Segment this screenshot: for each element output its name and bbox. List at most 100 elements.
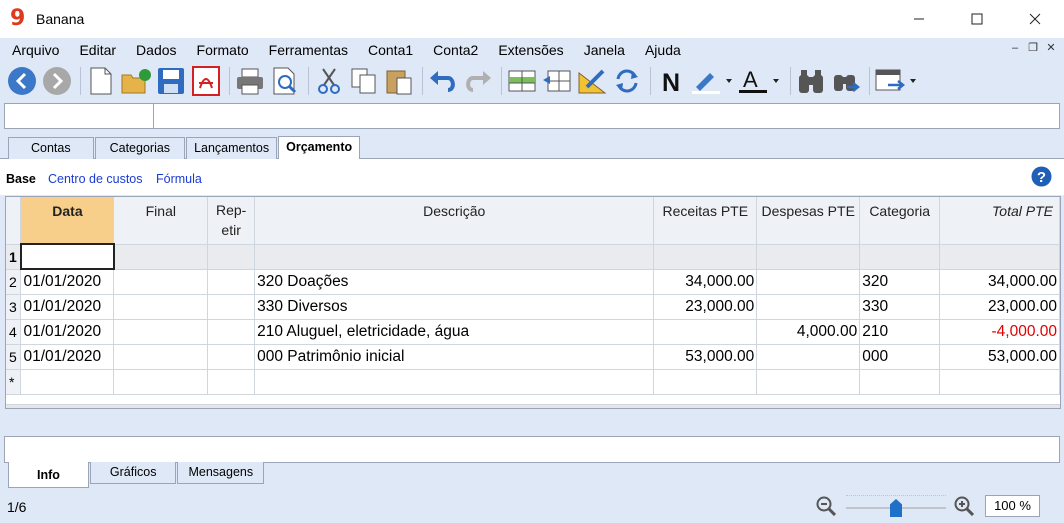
table-row[interactable]: 1: [6, 243, 1060, 270]
cell-descricao[interactable]: [254, 369, 655, 395]
cell-total[interactable]: 53,000.00: [939, 344, 1060, 370]
open-button[interactable]: [120, 65, 152, 97]
mdi-minimize-icon[interactable]: –: [1008, 40, 1022, 56]
delete-rows-button[interactable]: [541, 65, 573, 97]
menu-ferramentas[interactable]: Ferramentas: [259, 38, 358, 62]
menu-editar[interactable]: Editar: [69, 38, 126, 62]
mdi-close-icon[interactable]: ✕: [1044, 40, 1058, 56]
menu-conta2[interactable]: Conta2: [423, 38, 488, 62]
scrollbar-thumb[interactable]: [23, 408, 1039, 409]
text-color-button[interactable]: A: [737, 65, 783, 97]
cell-final[interactable]: [113, 369, 209, 395]
cell-receitas[interactable]: [653, 369, 758, 395]
table-row[interactable]: 3 01/01/2020 330 Diversos 23,000.00 330 …: [6, 294, 1060, 320]
view-formula[interactable]: Fórmula: [156, 172, 202, 186]
column-header-receitas[interactable]: Receitas PTE: [653, 197, 758, 245]
cell-despesas[interactable]: [756, 269, 861, 295]
cell-receitas[interactable]: 34,000.00: [653, 269, 758, 295]
cell-categoria[interactable]: 320: [859, 269, 941, 295]
print-button[interactable]: [234, 65, 266, 97]
view-base[interactable]: Base: [6, 172, 36, 186]
cell-despesas[interactable]: [756, 244, 861, 270]
tab-categorias[interactable]: Categorias: [94, 137, 186, 159]
cell-categoria[interactable]: 210: [859, 319, 941, 345]
cell-descricao[interactable]: 000 Patrimônio inicial: [254, 344, 655, 370]
cell-final[interactable]: [113, 319, 209, 345]
cell-data[interactable]: [19, 243, 115, 270]
cell-receitas[interactable]: [653, 244, 758, 270]
view-centro-de-custos[interactable]: Centro de custos: [48, 172, 143, 186]
column-header-final[interactable]: Final: [113, 197, 209, 245]
cell-repetir[interactable]: [207, 319, 256, 345]
pdf-button[interactable]: [190, 65, 222, 97]
table-row[interactable]: *: [6, 369, 1060, 395]
cell-repetir[interactable]: [207, 369, 256, 395]
horizontal-scrollbar[interactable]: < >: [6, 404, 1060, 409]
copy-button[interactable]: [348, 65, 380, 97]
cell-content-field[interactable]: [154, 104, 1059, 128]
table-row[interactable]: 5 01/01/2020 000 Patrimônio inicial 53,0…: [6, 344, 1060, 370]
paste-button[interactable]: [383, 65, 415, 97]
back-button[interactable]: [6, 65, 38, 97]
cell-total[interactable]: [939, 369, 1060, 395]
cell-final[interactable]: [113, 344, 209, 370]
cell-despesas[interactable]: [756, 369, 861, 395]
menu-extensoes[interactable]: Extensões: [488, 38, 573, 62]
column-header-repetir[interactable]: Rep- etir: [207, 197, 256, 245]
cell-repetir[interactable]: [207, 269, 256, 295]
menu-formato[interactable]: Formato: [187, 38, 259, 62]
new-file-button[interactable]: [85, 65, 117, 97]
cell-data[interactable]: 01/01/2020: [20, 319, 115, 345]
cell-despesas[interactable]: 4,000.00: [756, 319, 861, 345]
cell-descricao[interactable]: 210 Aluguel, eletricidade, água: [254, 319, 655, 345]
cell-reference-field[interactable]: [5, 104, 154, 128]
menu-ajuda[interactable]: Ajuda: [635, 38, 691, 62]
tab-contas[interactable]: Contas: [8, 137, 94, 159]
cell-categoria[interactable]: [859, 369, 941, 395]
cell-final[interactable]: [113, 294, 209, 320]
zoom-level-field[interactable]: 100 %: [985, 495, 1040, 517]
window-arrange-button[interactable]: [874, 65, 920, 97]
mdi-restore-icon[interactable]: ❐: [1026, 40, 1040, 56]
column-header-data[interactable]: Data: [20, 197, 115, 245]
tab-info[interactable]: Info: [8, 462, 89, 488]
tab-orcamento[interactable]: Orçamento: [278, 136, 361, 159]
cell-receitas[interactable]: 23,000.00: [653, 294, 758, 320]
bold-button[interactable]: N: [655, 65, 687, 97]
cell-descricao[interactable]: 330 Diversos: [254, 294, 655, 320]
cell-total[interactable]: 34,000.00: [939, 269, 1060, 295]
cell-data[interactable]: [20, 369, 115, 395]
cell-final[interactable]: [113, 269, 209, 295]
cell-categoria[interactable]: [859, 244, 941, 270]
cell-despesas[interactable]: [756, 294, 861, 320]
cell-despesas[interactable]: [756, 344, 861, 370]
cell-data[interactable]: 01/01/2020: [20, 344, 115, 370]
find-next-button[interactable]: [830, 65, 862, 97]
cut-button[interactable]: [313, 65, 345, 97]
close-button[interactable]: [1006, 0, 1064, 38]
minimize-button[interactable]: [890, 0, 948, 38]
column-header-descricao[interactable]: Descrição: [254, 197, 655, 245]
forward-button[interactable]: [41, 65, 73, 97]
print-preview-button[interactable]: [269, 65, 301, 97]
cell-categoria[interactable]: 330: [859, 294, 941, 320]
scroll-left-icon[interactable]: <: [6, 405, 22, 408]
table-row[interactable]: 2 01/01/2020 320 Doações 34,000.00 320 3…: [6, 269, 1060, 295]
menu-arquivo[interactable]: Arquivo: [0, 38, 69, 62]
zoom-in-icon[interactable]: [954, 496, 974, 516]
cell-descricao[interactable]: [254, 244, 655, 270]
cell-receitas[interactable]: 53,000.00: [653, 344, 758, 370]
cell-categoria[interactable]: 000: [859, 344, 941, 370]
cell-receitas[interactable]: [653, 319, 758, 345]
tab-mensagens[interactable]: Mensagens: [177, 462, 265, 484]
cell-total[interactable]: 23,000.00: [939, 294, 1060, 320]
redo-button[interactable]: [462, 65, 494, 97]
recalculate-button[interactable]: [611, 65, 643, 97]
menu-dados[interactable]: Dados: [126, 38, 186, 62]
zoom-out-icon[interactable]: [816, 496, 836, 516]
find-button[interactable]: [795, 65, 827, 97]
tab-graficos[interactable]: Gráficos: [89, 462, 177, 484]
highlight-color-button[interactable]: [690, 65, 734, 97]
cell-data[interactable]: 01/01/2020: [20, 294, 115, 320]
insert-rows-button[interactable]: [506, 65, 538, 97]
